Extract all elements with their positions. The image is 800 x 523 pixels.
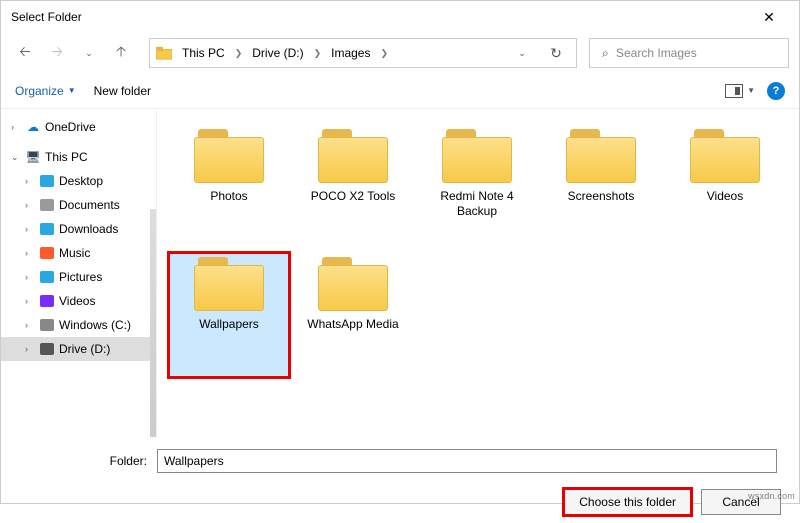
tree-item[interactable]: › Videos [1,289,156,313]
folder-icon [194,257,264,311]
folder-label: WhatsApp Media [307,317,398,332]
folder-icon [566,129,636,183]
address-dropdown[interactable]: ⌄ [508,39,536,67]
new-folder-button[interactable]: New folder [94,84,151,98]
tree-item[interactable]: › Windows (C:) [1,313,156,337]
folder-item[interactable]: Wallpapers [167,251,291,379]
folder-name-input[interactable] [157,449,777,473]
tree-thispc[interactable]: ⌄ 🖥 This PC [1,145,156,169]
tree-item-label: Music [59,246,90,260]
back-button[interactable]: 🡠 [11,39,39,67]
titlebar: Select Folder ✕ [1,1,799,33]
tree-item-label: Drive (D:) [59,342,110,356]
folder-grid: Photos POCO X2 Tools Redmi Note 4 Backup Sc… [156,109,799,437]
folder-item[interactable]: Videos [663,123,787,251]
nav-tree: › ☁ OneDrive ⌄ 🖥 This PC › Desktop › Docume… [1,109,156,437]
chevron-down-icon: ▼ [68,86,76,95]
chevron-down-icon: ▼ [747,86,755,95]
tree-item-label: Documents [59,198,120,212]
tree-item-label: Downloads [59,222,118,236]
choose-folder-button[interactable]: Choose this folder [564,489,691,515]
toolbar: Organize ▼ New folder ▼ ? [1,73,799,109]
folder-label: Photos [210,189,247,204]
tree-item[interactable]: › Pictures [1,265,156,289]
folder-icon [442,129,512,183]
tree-item-label: Windows (C:) [59,318,131,332]
search-placeholder: Search Images [598,46,697,60]
folder-label: POCO X2 Tools [311,189,395,204]
watermark: wsxdn.com [748,491,795,501]
folder-label: Folder: [17,454,147,468]
main-area: › ☁ OneDrive ⌄ 🖥 This PC › Desktop › Docume… [1,109,799,437]
pc-icon: 🖥 [25,150,41,164]
chevron-right-icon: ❯ [235,48,243,59]
folder-item[interactable]: Photos [167,123,291,251]
drive-icon [39,318,55,332]
tree-item[interactable]: › Drive (D:) [1,337,156,361]
folder-item[interactable]: Screenshots [539,123,663,251]
scrollbar[interactable] [150,209,156,437]
search-input[interactable]: Search Images ⌕ [589,38,789,68]
search-icon: ⌕ [602,46,609,61]
breadcrumb-folder[interactable]: Images [327,44,374,62]
folder-icon [156,46,172,60]
recent-dropdown[interactable]: ⌄ [75,39,103,67]
drive-icon [39,222,55,236]
view-toggle[interactable]: ▼ [725,84,755,98]
chevron-right-icon: ❯ [380,48,388,59]
organize-button[interactable]: Organize ▼ [15,84,76,98]
drive-icon [39,294,55,308]
folder-label: Videos [707,189,743,204]
forward-button[interactable]: 🡢 [43,39,71,67]
drive-icon [39,342,55,356]
chevron-right-icon: › [25,320,35,330]
breadcrumb-drive[interactable]: Drive (D:) [248,44,307,62]
folder-item[interactable]: WhatsApp Media [291,251,415,379]
drive-icon [39,270,55,284]
chevron-down-icon: ⌄ [11,152,21,163]
folder-icon [690,129,760,183]
chevron-right-icon: › [25,176,35,186]
tree-item-label: Pictures [59,270,102,284]
tree-item-label: Videos [59,294,95,308]
chevron-right-icon: ❯ [314,48,322,59]
folder-item[interactable]: POCO X2 Tools [291,123,415,251]
window-title: Select Folder [11,10,749,24]
folder-icon [318,257,388,311]
folder-label: Redmi Note 4 Backup [420,189,534,219]
drive-icon [39,198,55,212]
tree-item[interactable]: › Desktop [1,169,156,193]
up-button[interactable]: 🡡 [107,39,135,67]
drive-icon [39,246,55,260]
drive-icon [39,174,55,188]
folder-icon [318,129,388,183]
chevron-right-icon: › [11,122,21,132]
navbar: 🡠 🡢 ⌄ 🡡 This PC ❯ Drive (D:) ❯ Images ❯ … [1,33,799,73]
chevron-right-icon: › [25,344,35,354]
view-icon [725,84,743,98]
chevron-right-icon: › [25,296,35,306]
folder-label: Screenshots [568,189,635,204]
close-button[interactable]: ✕ [749,9,789,26]
chevron-right-icon: › [25,248,35,258]
tree-item[interactable]: › Downloads [1,217,156,241]
help-button[interactable]: ? [767,82,785,100]
chevron-right-icon: › [25,200,35,210]
breadcrumb-root[interactable]: This PC [178,44,229,62]
tree-item[interactable]: › Music [1,241,156,265]
folder-item[interactable]: Redmi Note 4 Backup [415,123,539,251]
bottom-panel: Folder: Choose this folder Cancel [1,437,799,523]
tree-item-label: Desktop [59,174,103,188]
address-bar[interactable]: This PC ❯ Drive (D:) ❯ Images ❯ ⌄ ↻ [149,38,577,68]
folder-icon [194,129,264,183]
tree-item[interactable]: › Documents [1,193,156,217]
chevron-right-icon: › [25,224,35,234]
tree-onedrive[interactable]: › ☁ OneDrive [1,115,156,139]
refresh-button[interactable]: ↻ [542,39,570,67]
cloud-icon: ☁ [25,120,41,134]
folder-label: Wallpapers [199,317,259,332]
chevron-right-icon: › [25,272,35,282]
